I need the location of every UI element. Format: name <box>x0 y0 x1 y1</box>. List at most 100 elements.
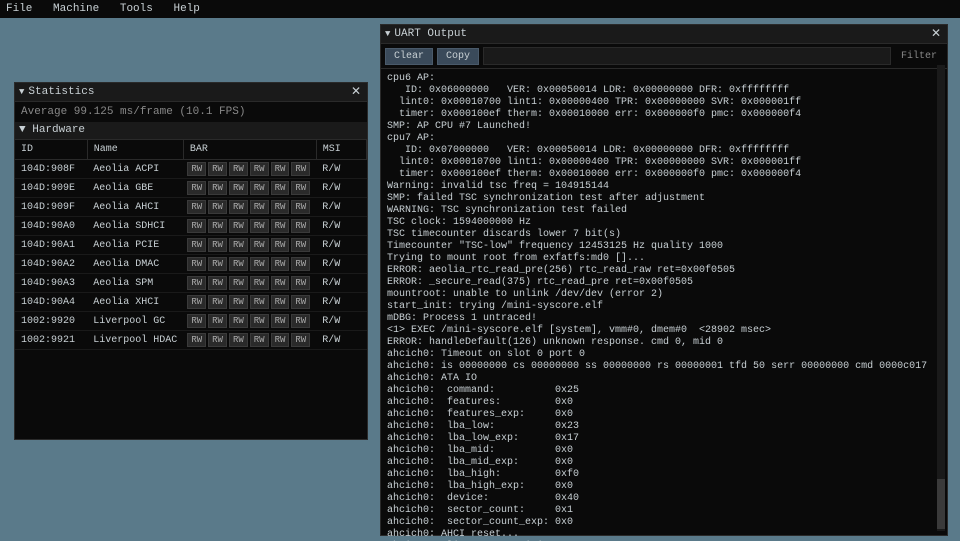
rw-badge[interactable]: RW <box>291 257 310 271</box>
rw-badge[interactable]: RW <box>250 333 269 347</box>
rw-badge[interactable]: RW <box>187 200 206 214</box>
rw-badge[interactable]: RW <box>208 181 227 195</box>
bar-cell: RWRWRWRWRWRW <box>183 198 316 217</box>
rw-badge[interactable]: RW <box>291 295 310 309</box>
device-name: Liverpool GC <box>87 312 183 331</box>
copy-button[interactable]: Copy <box>437 48 479 65</box>
scroll-thumb[interactable] <box>937 479 945 529</box>
rw-badge[interactable]: RW <box>291 333 310 347</box>
rw-badge[interactable]: RW <box>229 295 248 309</box>
rw-badge[interactable]: RW <box>250 219 269 233</box>
rw-badge[interactable]: RW <box>229 181 248 195</box>
rw-badge[interactable]: RW <box>291 276 310 290</box>
rw-badge[interactable]: RW <box>229 162 248 176</box>
rw-badge[interactable]: RW <box>208 314 227 328</box>
menu-tools[interactable]: Tools <box>120 3 153 15</box>
rw-badge[interactable]: RW <box>208 295 227 309</box>
rw-badge[interactable]: RW <box>208 200 227 214</box>
rw-badge[interactable]: RW <box>187 238 206 252</box>
bar-cell: RWRWRWRWRWRW <box>183 274 316 293</box>
collapse-icon[interactable]: ▼ <box>19 83 24 101</box>
bar-cell: RWRWRWRWRWRW <box>183 312 316 331</box>
device-id: 104D:909E <box>15 179 87 198</box>
rw-badge[interactable]: RW <box>271 200 290 214</box>
menu-help[interactable]: Help <box>173 3 199 15</box>
close-icon[interactable]: ✕ <box>349 83 363 101</box>
rw-badge[interactable]: RW <box>208 333 227 347</box>
rw-badge[interactable]: RW <box>208 257 227 271</box>
table-row: 104D:90A3Aeolia SPMRWRWRWRWRWRWR/W <box>15 274 367 293</box>
col-msi[interactable]: MSI <box>316 140 366 160</box>
menu-file[interactable]: File <box>6 3 32 15</box>
rw-badge[interactable]: RW <box>229 314 248 328</box>
rw-badge[interactable]: RW <box>271 276 290 290</box>
rw-badge[interactable]: RW <box>250 257 269 271</box>
rw-badge[interactable]: RW <box>187 295 206 309</box>
rw-badge[interactable]: RW <box>271 181 290 195</box>
rw-badge[interactable]: RW <box>271 295 290 309</box>
device-name: Aeolia SDHCI <box>87 217 183 236</box>
rw-badge[interactable]: RW <box>250 162 269 176</box>
menubar: File Machine Tools Help <box>0 0 960 18</box>
rw-badge[interactable]: RW <box>250 314 269 328</box>
rw-badge[interactable]: RW <box>187 162 206 176</box>
col-name[interactable]: Name <box>87 140 183 160</box>
col-bar[interactable]: BAR <box>183 140 316 160</box>
table-row: 104D:90A2Aeolia DMACRWRWRWRWRWRWR/W <box>15 255 367 274</box>
msi-value: R/W <box>316 312 366 331</box>
fps-average: Average 99.125 ms/frame (10.1 FPS) <box>15 102 367 122</box>
rw-badge[interactable]: RW <box>208 219 227 233</box>
statistics-titlebar[interactable]: ▼ Statistics ✕ <box>15 83 367 102</box>
menu-machine[interactable]: Machine <box>53 3 99 15</box>
rw-badge[interactable]: RW <box>229 276 248 290</box>
collapse-icon[interactable]: ▼ <box>19 124 26 136</box>
rw-badge[interactable]: RW <box>187 276 206 290</box>
rw-badge[interactable]: RW <box>271 314 290 328</box>
rw-badge[interactable]: RW <box>229 200 248 214</box>
rw-badge[interactable]: RW <box>271 219 290 233</box>
rw-badge[interactable]: RW <box>229 257 248 271</box>
rw-badge[interactable]: RW <box>271 238 290 252</box>
rw-badge[interactable]: RW <box>208 276 227 290</box>
hardware-table: ID Name BAR MSI 104D:908FAeolia ACPIRWRW… <box>15 140 367 350</box>
rw-badge[interactable]: RW <box>187 333 206 347</box>
rw-badge[interactable]: RW <box>187 181 206 195</box>
col-id[interactable]: ID <box>15 140 87 160</box>
rw-badge[interactable]: RW <box>291 200 310 214</box>
clear-button[interactable]: Clear <box>385 48 433 65</box>
scrollbar[interactable] <box>937 65 945 531</box>
rw-badge[interactable]: RW <box>208 238 227 252</box>
rw-badge[interactable]: RW <box>271 333 290 347</box>
rw-badge[interactable]: RW <box>271 257 290 271</box>
rw-badge[interactable]: RW <box>208 162 227 176</box>
rw-badge[interactable]: RW <box>229 219 248 233</box>
msi-value: R/W <box>316 331 366 350</box>
uart-titlebar[interactable]: ▼ UART Output ✕ <box>381 25 947 44</box>
hardware-section-header[interactable]: ▼ Hardware <box>15 122 367 140</box>
rw-badge[interactable]: RW <box>229 238 248 252</box>
rw-badge[interactable]: RW <box>291 314 310 328</box>
filter-input[interactable] <box>483 47 891 65</box>
device-id: 104D:90A3 <box>15 274 87 293</box>
close-icon[interactable]: ✕ <box>929 25 943 43</box>
rw-badge[interactable]: RW <box>229 333 248 347</box>
rw-badge[interactable]: RW <box>187 219 206 233</box>
rw-badge[interactable]: RW <box>250 181 269 195</box>
msi-value: R/W <box>316 160 366 179</box>
rw-badge[interactable]: RW <box>187 257 206 271</box>
device-id: 1002:9921 <box>15 331 87 350</box>
rw-badge[interactable]: RW <box>250 238 269 252</box>
rw-badge[interactable]: RW <box>291 219 310 233</box>
rw-badge[interactable]: RW <box>250 200 269 214</box>
collapse-icon[interactable]: ▼ <box>385 25 390 43</box>
device-name: Aeolia SPM <box>87 274 183 293</box>
rw-badge[interactable]: RW <box>291 181 310 195</box>
table-row: 104D:90A4Aeolia XHCIRWRWRWRWRWRWR/W <box>15 293 367 312</box>
rw-badge[interactable]: RW <box>291 238 310 252</box>
uart-window: ▼ UART Output ✕ Clear Copy Filter cpu6 A… <box>380 24 948 536</box>
rw-badge[interactable]: RW <box>250 276 269 290</box>
rw-badge[interactable]: RW <box>250 295 269 309</box>
rw-badge[interactable]: RW <box>187 314 206 328</box>
rw-badge[interactable]: RW <box>291 162 310 176</box>
rw-badge[interactable]: RW <box>271 162 290 176</box>
